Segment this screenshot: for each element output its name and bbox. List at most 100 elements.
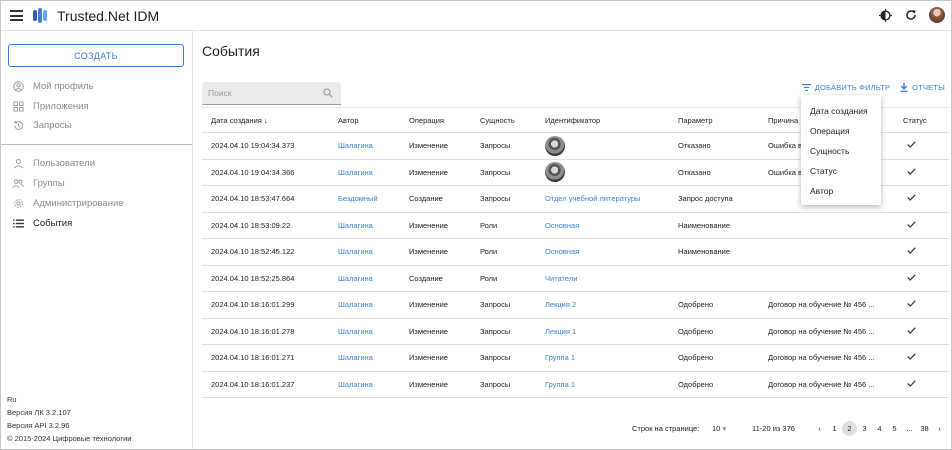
- cell-identifier[interactable]: Основная: [536, 238, 669, 266]
- cell-entity: Запросы: [471, 159, 536, 186]
- sidebar-item-apps[interactable]: Приложения: [12, 98, 89, 114]
- cell-operation: Изменение: [400, 212, 471, 239]
- identifier-avatar[interactable]: [545, 162, 565, 183]
- sidebar-item-groups[interactable]: Группы: [12, 175, 65, 191]
- sidebar-item-events[interactable]: События: [12, 215, 72, 231]
- cell-entity: Роли: [471, 238, 536, 266]
- cell-author[interactable]: Шалагина: [329, 318, 400, 345]
- cell-author[interactable]: Шалагина: [329, 265, 400, 292]
- theme-icon[interactable]: [877, 7, 893, 23]
- table-row[interactable]: 2024.04.10 18:16:01.271 Шалагина Изменение…: [202, 344, 949, 372]
- filter-option-date[interactable]: Дата создания: [801, 101, 881, 121]
- cell-author[interactable]: Шалагина: [329, 344, 400, 372]
- table-row[interactable]: 2024.04.10 18:16:01.237 Шалагина Изменение…: [202, 371, 949, 398]
- users-icon: [12, 157, 24, 169]
- filter-option-operation[interactable]: Операция: [801, 121, 881, 141]
- table-row[interactable]: 2024.04.10 18:16:01.278 Шалагина Изменение…: [202, 318, 949, 345]
- cell-date: 2024.04.10 18:16:01.278: [202, 318, 329, 345]
- column-date[interactable]: Дата создания ↓: [202, 107, 329, 133]
- language-switch[interactable]: Ru: [7, 395, 17, 404]
- filter-option-author[interactable]: Автор: [801, 181, 881, 201]
- cell-identifier[interactable]: [536, 132, 669, 160]
- cell-status: [894, 212, 949, 239]
- menu-icon[interactable]: [10, 10, 23, 21]
- apps-icon: [12, 100, 24, 112]
- table-row[interactable]: 2024.04.10 18:53:09.22 Шалагина Изменение Р…: [202, 212, 949, 239]
- cell-reason: Договор на обучение № 456 ...: [759, 318, 894, 345]
- cell-status: [894, 318, 949, 345]
- cell-identifier[interactable]: [536, 159, 669, 186]
- cell-parameter: Наименование: [669, 238, 759, 266]
- table-row[interactable]: 2024.04.10 18:52:45.122 Шалагина Изменение…: [202, 238, 949, 266]
- cell-author[interactable]: Шалагина: [329, 371, 400, 398]
- cell-date: 2024.04.10 18:53:09.22: [202, 212, 329, 239]
- column-operation[interactable]: Операция: [400, 107, 471, 133]
- page-button[interactable]: 1: [827, 421, 842, 436]
- cell-parameter: Одобрено: [669, 344, 759, 372]
- check-icon: [907, 300, 916, 308]
- column-parameter[interactable]: Параметр: [669, 107, 759, 133]
- cell-identifier[interactable]: Отдел учебной литературы: [536, 185, 669, 213]
- cell-operation: Изменение: [400, 159, 471, 186]
- rows-per-page-select[interactable]: 10 ▾: [712, 424, 726, 433]
- filter-menu: Дата создания Операция Сущность Статус А…: [801, 95, 881, 205]
- page-button[interactable]: 38: [917, 421, 932, 436]
- cell-identifier[interactable]: Лекция 2: [536, 291, 669, 319]
- identifier-avatar[interactable]: [545, 135, 565, 156]
- rows-per-page-value: 10: [712, 424, 721, 433]
- cell-date: 2024.04.10 18:16:01.299: [202, 291, 329, 319]
- page-nav: ‹ 1 2 3 4 5 ... 38 ›: [812, 421, 947, 436]
- cell-identifier[interactable]: Лекция 1: [536, 318, 669, 345]
- cell-identifier[interactable]: Группа 1: [536, 371, 669, 398]
- cell-author[interactable]: Шалагина: [329, 212, 400, 239]
- download-icon: [900, 83, 908, 92]
- cell-author[interactable]: Шалагина: [329, 159, 400, 186]
- refresh-icon[interactable]: [903, 7, 919, 23]
- rows-per-page-label: Строк на странице:: [632, 424, 700, 433]
- cell-identifier[interactable]: Читатели: [536, 265, 669, 292]
- top-actions: [877, 7, 945, 23]
- cell-identifier[interactable]: Группа 1: [536, 344, 669, 372]
- column-author[interactable]: Автор: [329, 107, 400, 133]
- column-status[interactable]: Статус: [894, 107, 949, 133]
- cell-author[interactable]: Бездомный: [329, 185, 400, 213]
- table-row[interactable]: 2024.04.10 18:52:25.864 Шалагина Создание Р…: [202, 265, 949, 292]
- filter-option-entity[interactable]: Сущность: [801, 141, 881, 161]
- user-avatar[interactable]: [929, 7, 945, 23]
- cell-identifier[interactable]: Основная: [536, 212, 669, 239]
- check-icon: [907, 327, 916, 334]
- cell-status: [894, 344, 949, 372]
- add-filter-button[interactable]: ДОБАВИТЬ ФИЛЬТР: [801, 83, 890, 92]
- cell-status: [894, 265, 949, 292]
- table-row[interactable]: 2024.04.10 18:16:01.299 Шалагина Изменение…: [202, 291, 949, 319]
- app-window: Trusted.Net IDM СОЗДАТЬ Мой профиль Прил…: [0, 0, 952, 450]
- cell-date: 2024.04.10 18:52:25.864: [202, 265, 329, 292]
- cell-operation: Создание: [400, 185, 471, 213]
- check-icon: [907, 221, 916, 228]
- search-icon[interactable]: [323, 88, 333, 98]
- cell-entity: Запросы: [471, 371, 536, 398]
- cell-reason: [759, 265, 894, 292]
- sidebar-item-profile[interactable]: Мой профиль: [12, 78, 94, 94]
- create-button[interactable]: СОЗДАТЬ: [8, 44, 184, 67]
- page-button[interactable]: 4: [872, 421, 887, 436]
- column-entity[interactable]: Сущность: [471, 107, 536, 133]
- prev-page-icon[interactable]: ‹: [812, 421, 827, 436]
- cell-author[interactable]: Шалагина: [329, 238, 400, 266]
- column-identifier[interactable]: Идентификатор: [536, 107, 669, 133]
- page-button[interactable]: 5: [887, 421, 902, 436]
- cell-author[interactable]: Шалагина: [329, 132, 400, 160]
- filter-option-status[interactable]: Статус: [801, 161, 881, 181]
- cell-author[interactable]: Шалагина: [329, 291, 400, 319]
- reports-button[interactable]: ОТЧЕТЫ: [900, 83, 945, 92]
- next-page-icon[interactable]: ›: [932, 421, 947, 436]
- page-button-current[interactable]: 2: [842, 421, 857, 436]
- sidebar-item-requests[interactable]: Запросы: [12, 117, 71, 133]
- sidebar-item-users[interactable]: Пользователи: [12, 155, 95, 171]
- reports-label: ОТЧЕТЫ: [912, 83, 945, 92]
- search-input[interactable]: [202, 82, 317, 103]
- cell-entity: Запросы: [471, 291, 536, 319]
- cell-status: [894, 159, 949, 186]
- sidebar-item-administration[interactable]: Администрирование: [12, 195, 124, 211]
- page-button[interactable]: 3: [857, 421, 872, 436]
